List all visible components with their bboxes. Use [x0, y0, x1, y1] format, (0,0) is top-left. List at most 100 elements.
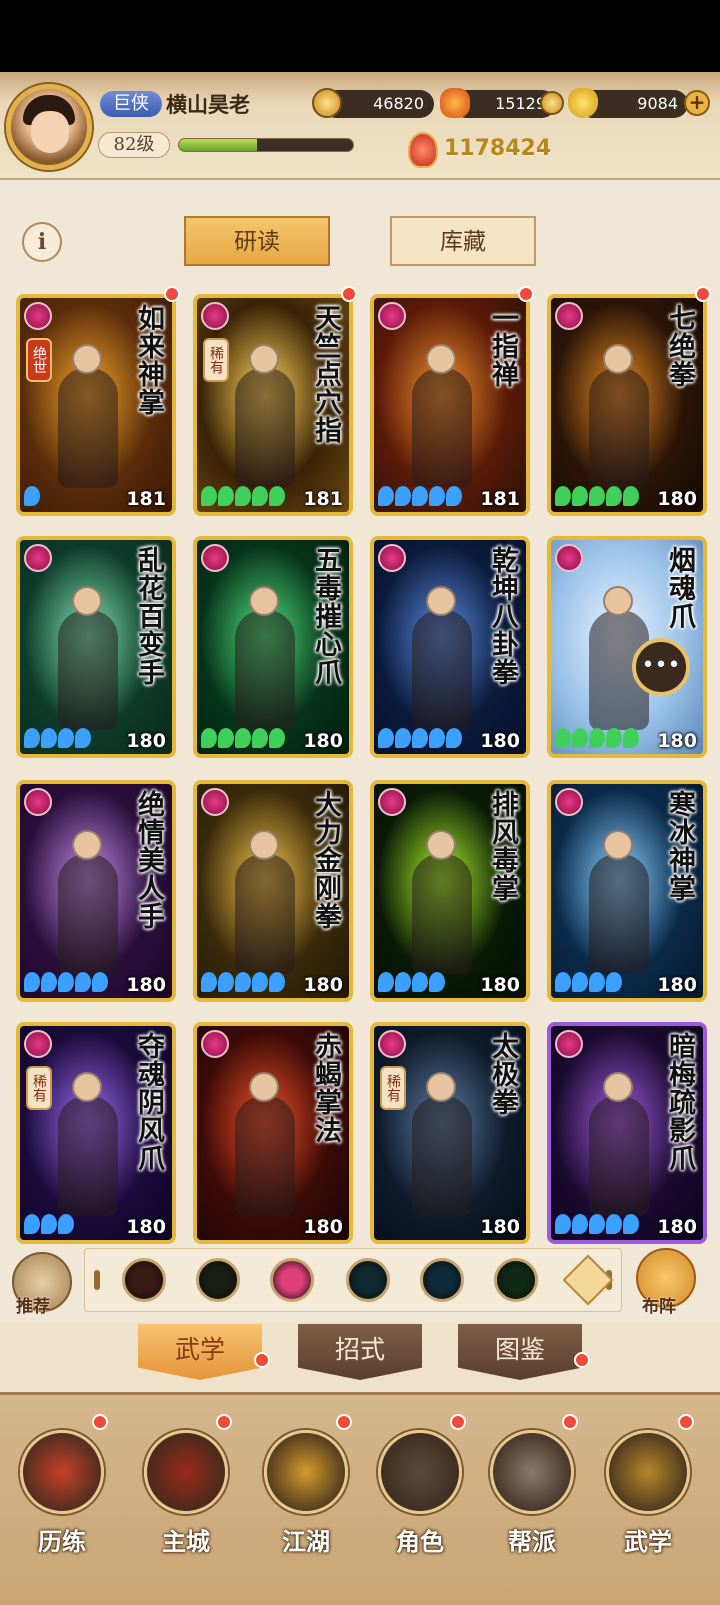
skill-stars	[201, 728, 285, 750]
rarity-tag: 稀有	[26, 1066, 52, 1110]
magatama-icon	[429, 728, 445, 748]
nav-label: 历练	[38, 1527, 86, 1556]
player-header	[0, 72, 720, 180]
lotus-icon	[378, 1030, 406, 1058]
magatama-icon	[41, 972, 57, 992]
dagger-icon[interactable]	[196, 1258, 240, 1302]
nav-icon	[606, 1430, 690, 1514]
nav-item[interactable]: 主城	[136, 1412, 236, 1592]
magatama-icon	[92, 972, 108, 992]
skill-level: 180	[657, 974, 697, 996]
fighter-figure	[235, 854, 295, 974]
skill-card[interactable]: 大力金刚拳 180	[193, 780, 353, 1002]
recommend-label[interactable]: 推荐	[16, 1292, 50, 1317]
skill-level: 180	[657, 1216, 697, 1238]
swirl-icon[interactable]	[420, 1258, 464, 1302]
power-icon	[408, 132, 438, 168]
nav-item[interactable]: 江湖	[256, 1412, 356, 1592]
lotus-icon	[555, 302, 583, 330]
sword-icon[interactable]	[122, 1258, 166, 1302]
skill-name: 大力金刚拳	[310, 790, 341, 930]
nav-item[interactable]: 武学	[598, 1412, 698, 1592]
magatama-icon	[572, 486, 588, 506]
fighter-head	[426, 586, 456, 616]
skill-card[interactable]: 赤蝎掌法 180	[193, 1022, 353, 1244]
nav-item[interactable]: 历练	[12, 1412, 112, 1592]
magatama-icon	[218, 728, 234, 748]
tab-collection[interactable]: 库藏	[390, 216, 536, 266]
magatama-icon	[24, 486, 40, 506]
exchange-coin-icon[interactable]	[540, 91, 564, 115]
nav-icon	[490, 1430, 574, 1514]
magatama-icon	[58, 972, 74, 992]
nav-alert-dot	[562, 1414, 578, 1430]
skill-card[interactable]: 排风毒掌 180	[370, 780, 530, 1002]
skill-card[interactable]: 暗梅疏影爪 180	[547, 1022, 707, 1244]
skill-card[interactable]: 乱花百变手 180	[16, 536, 176, 758]
fighter-figure	[412, 610, 472, 730]
skill-name: 七绝拳	[664, 304, 695, 388]
skill-card[interactable]: 稀有 天竺点穴指 181	[193, 294, 353, 516]
magatama-icon	[41, 728, 57, 748]
skill-card[interactable]: 绝世 如来神掌 181	[16, 294, 176, 516]
nav-alert-dot	[336, 1414, 352, 1430]
lotus-icon	[24, 544, 52, 572]
skill-card[interactable]: 稀有 太极拳 180	[370, 1022, 530, 1244]
fighter-figure	[589, 854, 649, 974]
magatama-icon	[572, 1214, 588, 1234]
skill-card[interactable]: 稀有 夺魂阴风爪 180	[16, 1022, 176, 1244]
nav-alert-dot	[678, 1414, 694, 1430]
skill-card[interactable]: 寒冰神掌 180	[547, 780, 707, 1002]
lotus-icon	[201, 788, 229, 816]
fist-icon[interactable]	[270, 1258, 314, 1302]
magatama-icon	[589, 486, 605, 506]
status-bar	[0, 0, 720, 72]
title-badge: 巨侠	[100, 91, 162, 117]
skill-card[interactable]: 绝情美人手 180	[16, 780, 176, 1002]
formation-label[interactable]: 布阵	[642, 1292, 676, 1317]
nav-item[interactable]: 帮派	[482, 1412, 582, 1592]
tab-study[interactable]: 研读	[184, 216, 330, 266]
chat-icon[interactable]: •••	[632, 638, 690, 696]
lotus-icon	[378, 302, 406, 330]
skill-card[interactable]: 乾坤八卦拳 180	[370, 536, 530, 758]
magatama-icon	[58, 728, 74, 748]
fighter-figure	[235, 1096, 295, 1216]
skill-name: 乱花百变手	[133, 546, 164, 686]
fighter-head	[603, 1072, 633, 1102]
magatama-icon	[235, 972, 251, 992]
magatama-icon	[378, 728, 394, 748]
fighter-head	[249, 830, 279, 860]
skill-card[interactable]: 烟魂爪 180	[547, 536, 707, 758]
nav-label: 武学	[624, 1527, 672, 1556]
skill-card[interactable]: 一指禅 181	[370, 294, 530, 516]
magatama-icon	[58, 1214, 74, 1234]
palm-icon[interactable]	[346, 1258, 390, 1302]
magatama-icon	[269, 486, 285, 506]
magatama-icon	[75, 972, 91, 992]
new-alert-dot	[341, 286, 357, 302]
magatama-icon	[572, 972, 588, 992]
magatama-icon	[201, 972, 217, 992]
magatama-icon	[623, 486, 639, 506]
magatama-icon	[555, 728, 571, 748]
skill-level: 180	[303, 1216, 343, 1238]
magatama-icon	[606, 972, 622, 992]
skill-card[interactable]: 五毒摧心爪 180	[193, 536, 353, 758]
skill-level: 181	[303, 488, 343, 510]
skill-level: 180	[303, 730, 343, 752]
nav-icon	[144, 1430, 228, 1514]
player-avatar[interactable]	[6, 84, 92, 170]
info-button[interactable]: i	[22, 222, 62, 262]
add-ingot-button[interactable]: +	[684, 90, 710, 116]
dragon-icon[interactable]	[494, 1258, 538, 1302]
fire-currency-icon	[440, 88, 470, 118]
skill-name: 寒冰神掌	[664, 790, 695, 902]
fighter-head	[603, 586, 633, 616]
magatama-icon	[606, 1214, 622, 1234]
fighter-head	[72, 1072, 102, 1102]
magatama-icon	[252, 972, 268, 992]
nav-item[interactable]: 角色	[370, 1412, 470, 1592]
combat-power: 1178424	[444, 136, 552, 161]
skill-card[interactable]: 七绝拳 180	[547, 294, 707, 516]
